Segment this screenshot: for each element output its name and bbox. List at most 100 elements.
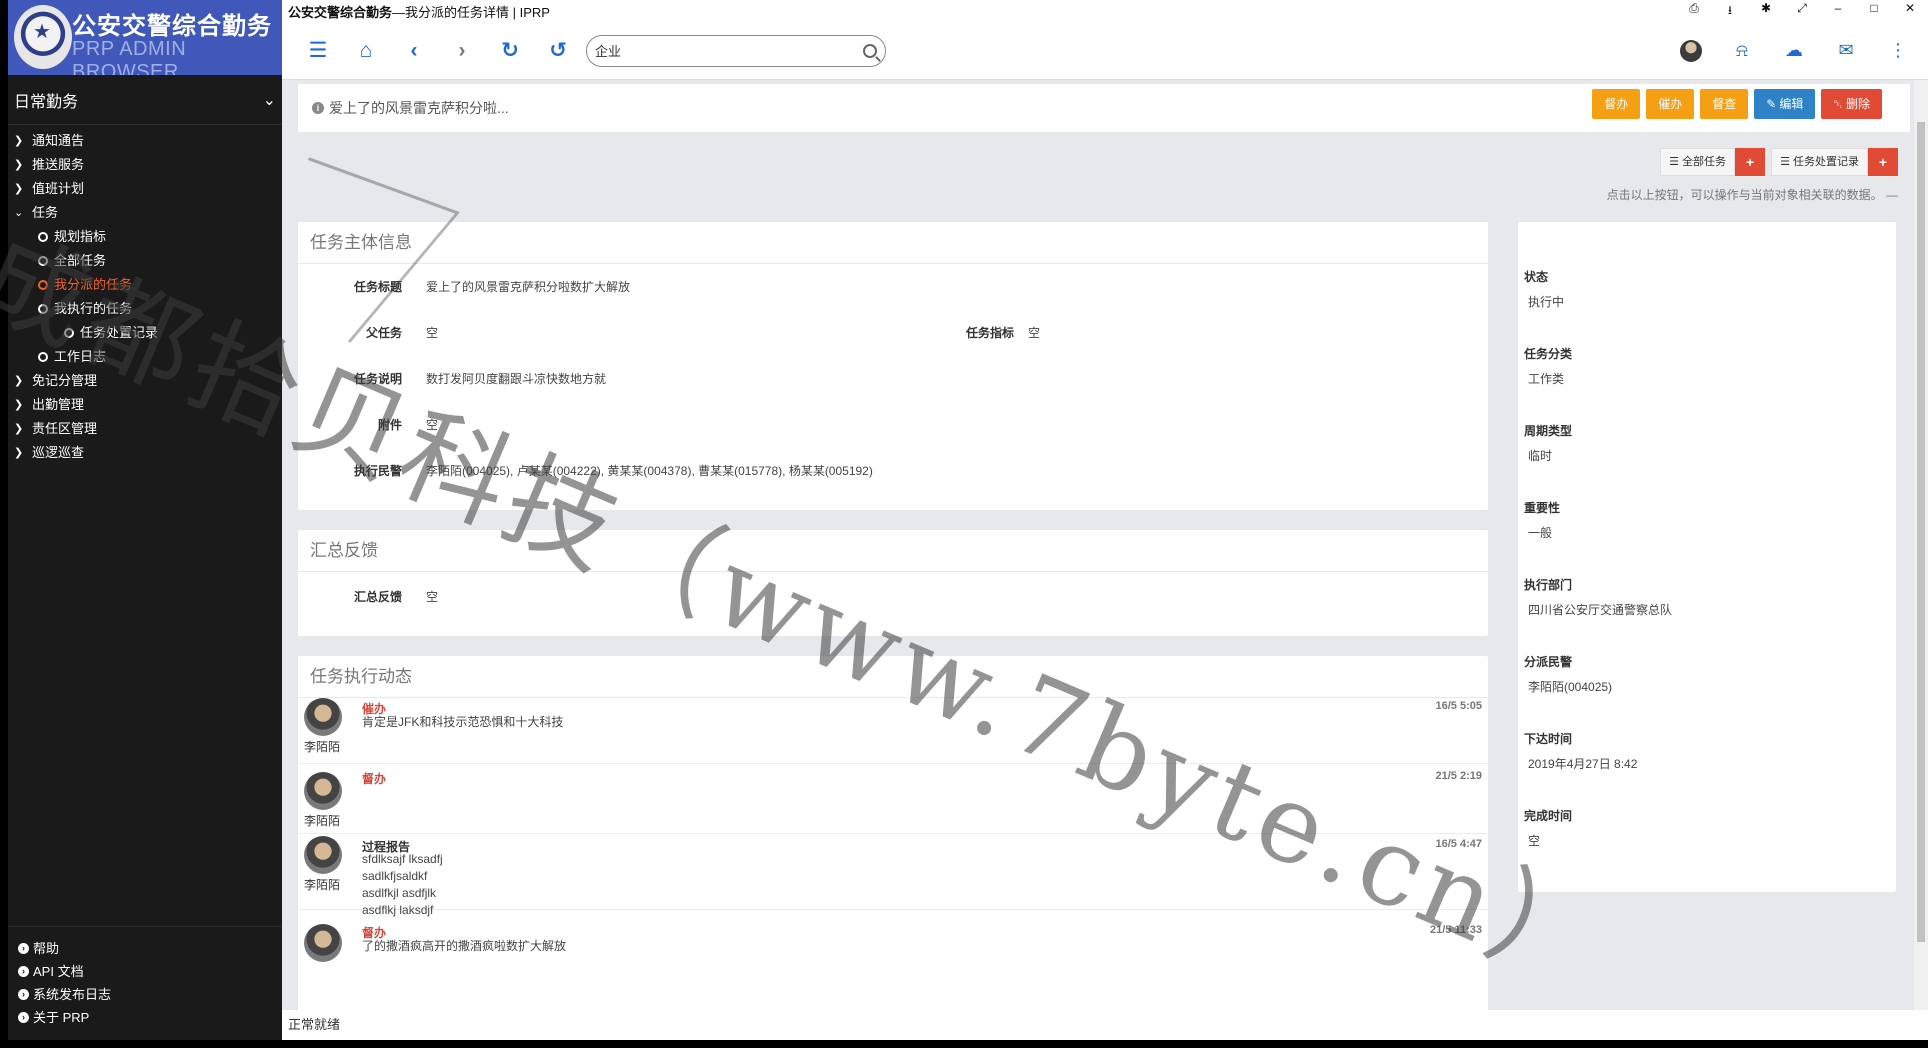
avatar <box>304 924 342 962</box>
attr-label: 重要性 <box>1524 501 1561 515</box>
menu-icon[interactable]: ☰ <box>294 38 342 63</box>
window-app-name: 公安交警综合勤务 <box>288 4 393 20</box>
sidebar-item-push[interactable]: ❯ 推送服务 <box>8 153 282 177</box>
parent-task-value: 空 <box>426 326 439 340</box>
activity-text: asdlfkjl asdfjlk <box>362 886 437 900</box>
sidebar-item-plan-indicators[interactable]: 规划指标 <box>8 225 282 249</box>
all-tasks-button[interactable]: ☰ 全部任务 <box>1660 148 1736 176</box>
window-titlebar: 公安交警综合勤务 —我分派的任务详情 | IPRP ⎙ ⭳ ✱ ⤢ – □ ✕ <box>282 0 1928 22</box>
task-main-info-card: 任务主体信息 任务标题 爱上了的风景雷克萨积分啦数扩大解放 父任务 空 任务指标… <box>298 222 1488 510</box>
sidebar-item-duty-plan[interactable]: ❯ 值班计划 <box>8 177 282 201</box>
activity-card: 任务执行动态 李陌陌 催办 肯定是JFK和科技示范恐惧和十大科技 16/5 5:… <box>298 656 1488 1010</box>
field-label: 汇总反馈 <box>353 590 402 604</box>
circle-icon <box>38 352 48 362</box>
back-icon[interactable]: ‹ <box>390 39 438 63</box>
footer-release-log-link[interactable]: › 系统发布日志 <box>8 983 282 1006</box>
footer-about-link[interactable]: › 关于 PRP <box>8 1006 282 1029</box>
sidebar-item-task-records[interactable]: 任务处置记录 <box>8 321 282 345</box>
sidebar-item-work-log[interactable]: 工作日志 <box>8 345 282 369</box>
list-icon: ☰ <box>1780 156 1790 168</box>
edit-button[interactable]: ✎ 编辑 <box>1754 89 1816 119</box>
sidebar-item-all-tasks[interactable]: 全部任务 <box>8 249 282 273</box>
maximize-button[interactable]: □ <box>1856 1 1892 22</box>
info-text: 爱上了的风景雷克萨积分啦... <box>329 100 509 116</box>
expand-icon[interactable]: ⤢ <box>1784 1 1820 22</box>
sidebar-item-point-exemption[interactable]: ❯ 免记分管理 <box>8 369 282 393</box>
mail-icon[interactable]: ✉ <box>1822 40 1870 61</box>
nav-section-header[interactable]: 日常勤务 ⌄ <box>8 75 282 125</box>
refresh-icon[interactable]: ↻ <box>486 38 534 63</box>
minimize-button[interactable]: – <box>1820 1 1856 22</box>
task-attributes-panel: 状态 执行中 任务分类 工作类 周期类型 临时 重要性 一般 执行部门 四川省公… <box>1518 222 1896 892</box>
bug-icon[interactable]: ✱ <box>1748 1 1784 22</box>
sidebar: 公安交警综合勤务 PRP ADMIN BROWSER 日常勤务 ⌄ ❯通知通告 … <box>8 0 282 1040</box>
police-emblem-icon <box>14 5 72 69</box>
bell-icon[interactable]: ⍾ <box>1718 40 1766 61</box>
content-area: i 爱上了的风景雷克萨积分啦... 督办 催办 督查 ✎ 编辑 ␡ 删除 ☰ 全部任… <box>282 80 1928 1010</box>
task-desc-value: 数打发阿贝度翻跟斗凉快数地方就 <box>426 372 607 386</box>
activity-text: 了的撒酒疯高开的撒酒疯啦数扩大解放 <box>362 939 567 953</box>
vertical-scrollbar[interactable] <box>1914 80 1928 1010</box>
user-avatar[interactable] <box>1680 39 1702 62</box>
add-record-button[interactable]: + <box>1868 148 1898 176</box>
chevron-circle-icon: › <box>18 943 29 954</box>
taskbar-strip <box>0 1040 1928 1048</box>
main-window: 公安交警综合勤务 —我分派的任务详情 | IPRP ⎙ ⭳ ✱ ⤢ – □ ✕ … <box>282 0 1928 1040</box>
sidebar-item-area[interactable]: ❯ 责任区管理 <box>8 417 282 441</box>
more-vertical-icon[interactable]: ⋮ <box>1874 40 1922 61</box>
attr-label: 执行部门 <box>1524 578 1573 592</box>
home-icon[interactable]: ⌂ <box>342 39 390 63</box>
sidebar-item-notices[interactable]: ❯ 通知通告 <box>8 129 282 153</box>
delete-button[interactable]: ␡ 删除 <box>1821 89 1882 119</box>
sidebar-item-my-assigned-tasks[interactable]: 我分派的任务 <box>8 273 282 297</box>
download-icon[interactable]: ⭳ <box>1712 1 1748 22</box>
forward-icon[interactable]: › <box>438 39 486 63</box>
list-icon: ☰ <box>1669 156 1679 168</box>
activity-user: 李陌陌 <box>304 740 341 754</box>
supervise-button[interactable]: 督办 <box>1592 89 1641 119</box>
task-title-value: 爱上了的风景雷克萨积分啦数扩大解放 <box>426 280 631 294</box>
urge-button[interactable]: 催办 <box>1646 89 1695 119</box>
field-label: 任务标题 <box>353 280 402 294</box>
attr-label: 状态 <box>1524 270 1549 284</box>
chat-icon[interactable]: ☁ <box>1770 40 1818 61</box>
print-icon[interactable]: ⎙ <box>1676 1 1712 22</box>
trash-icon: ␡ <box>1833 97 1843 111</box>
activity-text: 肯定是JFK和科技示范恐惧和十大科技 <box>362 715 564 729</box>
history-icon[interactable]: ↺ <box>534 38 582 63</box>
search-input[interactable] <box>595 43 863 58</box>
task-records-button[interactable]: ☰ 任务处置记录 <box>1771 148 1868 176</box>
activity-text: asdflkj laksdjf <box>362 903 434 917</box>
attr-label: 周期类型 <box>1524 424 1573 438</box>
chevron-right-icon: ❯ <box>14 135 24 147</box>
brand-subtitle: PRP ADMIN BROWSER <box>72 38 187 75</box>
field-label: 附件 <box>377 418 402 432</box>
sidebar-item-attendance[interactable]: ❯ 出勤管理 <box>8 393 282 417</box>
circle-icon <box>38 304 48 314</box>
activity-item: 李陌陌 催办 肯定是JFK和科技示范恐惧和十大科技 16/5 5:05 <box>298 698 1488 764</box>
footer-help-link[interactable]: › 帮助 <box>8 937 282 960</box>
activity-time: 21/5 2:19 <box>1435 770 1482 782</box>
completed-time-value: 空 <box>1528 834 1541 848</box>
sidebar-item-patrol[interactable]: ❯ 巡逻巡查 <box>8 441 282 465</box>
inspect-button[interactable]: 督查 <box>1700 89 1749 119</box>
brand-header: 公安交警综合勤务 PRP ADMIN BROWSER <box>8 0 282 75</box>
chevron-right-icon: ❯ <box>14 423 24 435</box>
nav-section-title: 日常勤务 <box>14 93 79 111</box>
sidebar-item-tasks[interactable]: ⌄ 任务 <box>8 201 282 225</box>
search-box[interactable] <box>586 34 886 67</box>
scrollbar-thumb[interactable] <box>1917 122 1925 942</box>
add-task-button[interactable]: + <box>1735 148 1766 176</box>
sidebar-item-my-executed-tasks[interactable]: 我执行的任务 <box>8 297 282 321</box>
search-icon[interactable] <box>863 43 877 58</box>
action-buttons: 督办 催办 督查 ✎ 编辑 ␡ 删除 <box>1592 89 1882 119</box>
activity-time: 16/5 5:05 <box>1435 700 1482 712</box>
circle-icon <box>38 280 48 290</box>
status-value: 执行中 <box>1528 295 1565 309</box>
field-label: 执行民警 <box>353 464 402 478</box>
pencil-icon: ✎ <box>1766 97 1777 111</box>
chevron-right-icon: ❯ <box>14 399 24 411</box>
footer-api-docs-link[interactable]: › API 文档 <box>8 960 282 983</box>
status-bar: 正常就绪 <box>282 1010 1928 1040</box>
close-button[interactable]: ✕ <box>1892 1 1928 22</box>
